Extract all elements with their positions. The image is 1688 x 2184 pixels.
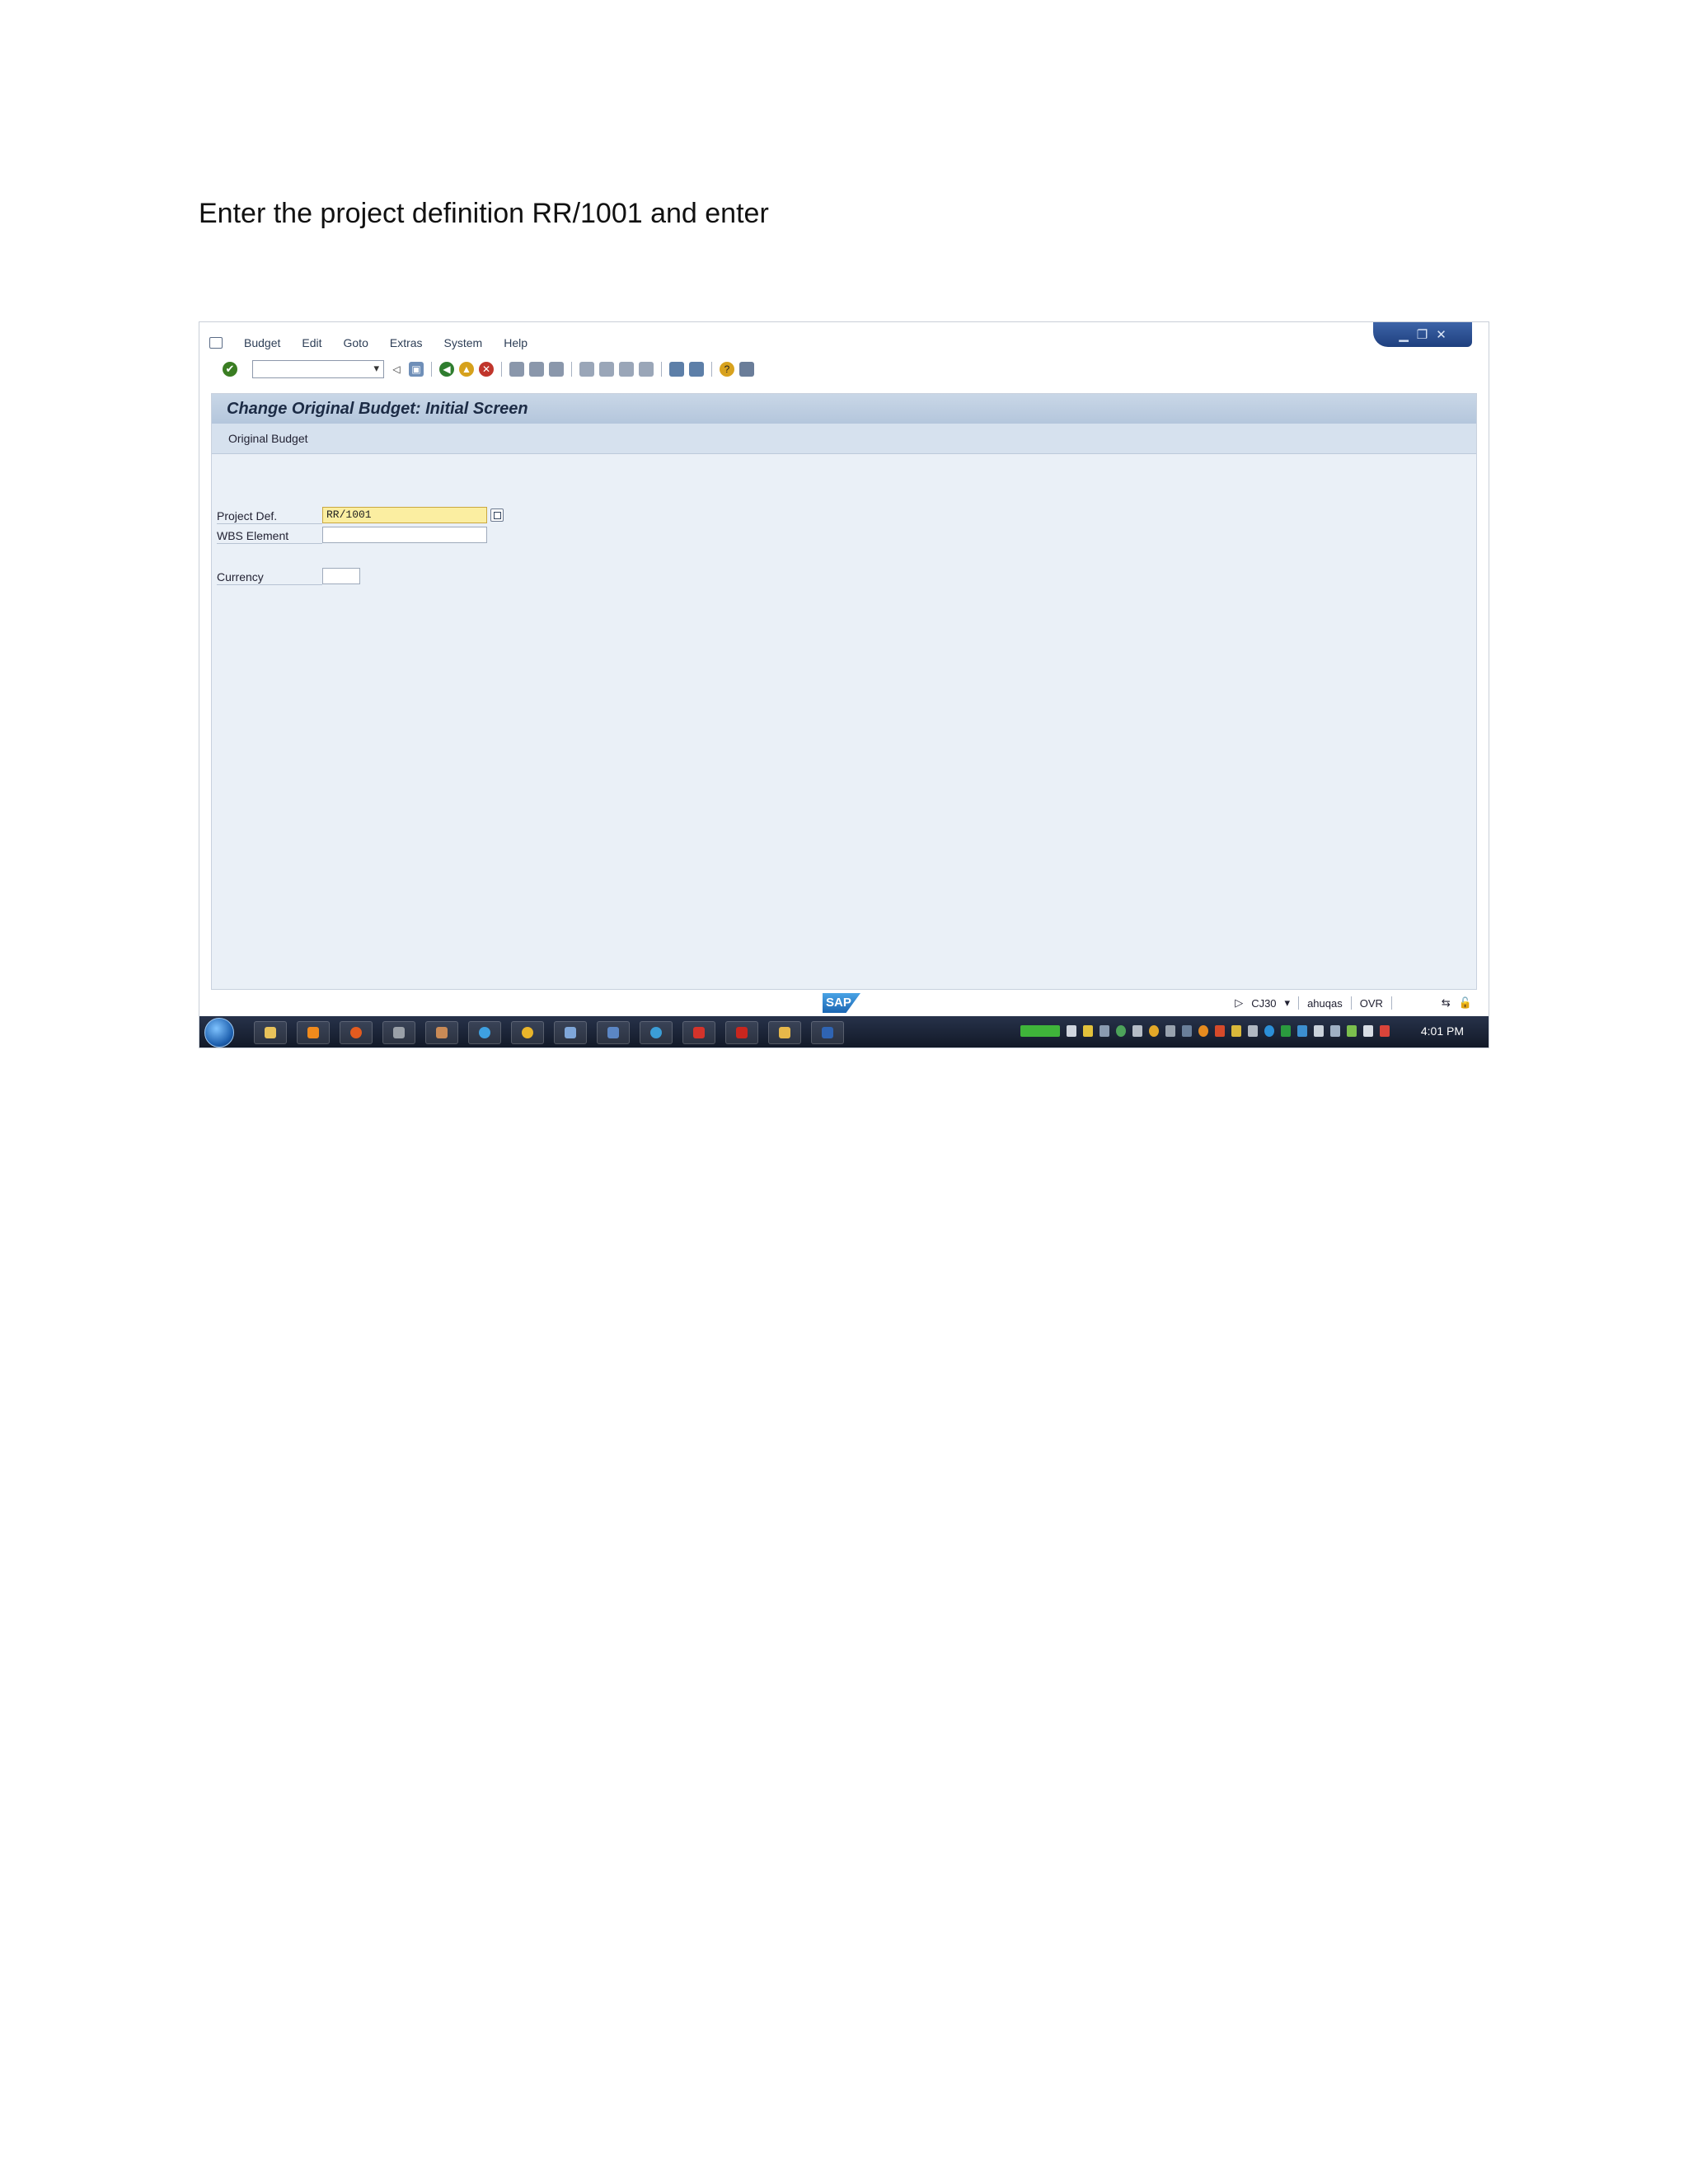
screen-title: Change Original Budget: Initial Screen — [212, 394, 1476, 424]
last-page-icon[interactable] — [639, 362, 654, 377]
find-next-icon[interactable] — [549, 362, 564, 377]
menu-budget[interactable]: Budget — [244, 336, 280, 349]
taskbar-app-button[interactable] — [682, 1021, 715, 1044]
application-toolbar: Original Budget — [212, 424, 1476, 454]
instruction-text: Enter the project definition RR/1001 and… — [199, 198, 769, 229]
wbs-element-row: WBS Element — [217, 526, 487, 544]
menu-help[interactable]: Help — [504, 336, 528, 349]
currency-row: Currency — [217, 567, 360, 585]
previous-page-icon[interactable] — [599, 362, 614, 377]
taskbar-media-button[interactable] — [297, 1021, 330, 1044]
taskbar-chrome-button[interactable] — [511, 1021, 544, 1044]
taskbar-explorer-button[interactable] — [254, 1021, 287, 1044]
currency-input[interactable] — [322, 568, 360, 584]
shortcut-icon[interactable] — [689, 362, 704, 377]
screen-area: Change Original Budget: Initial Screen O… — [211, 393, 1477, 990]
menu-edit[interactable]: Edit — [302, 336, 321, 349]
next-page-icon[interactable] — [619, 362, 634, 377]
print-icon[interactable] — [509, 362, 524, 377]
enter-checkmark-icon[interactable]: ✔ — [223, 362, 237, 377]
menu-system[interactable]: System — [444, 336, 483, 349]
wbs-element-label: WBS Element — [217, 526, 322, 544]
standard-toolbar: ✔ ◁ ▣ ◀ ▲ ✕ ? — [209, 359, 754, 380]
project-def-label: Project Def. — [217, 506, 322, 524]
transaction-code[interactable]: CJ30 — [1251, 997, 1276, 1010]
connection-icon: ⇆ — [1441, 996, 1451, 1009]
menu-bar: Budget Edit Goto Extras System Help — [209, 332, 528, 354]
status-bar: SAP ▷ CJ30 ▾ ahuqas OVR ⇆ 🔓 — [199, 991, 1489, 1016]
taskbar-sap-button[interactable] — [768, 1021, 801, 1044]
taskbar-app-button[interactable] — [597, 1021, 630, 1044]
project-def-row: Project Def. RR/1001 — [217, 506, 504, 524]
menu-command-icon[interactable] — [209, 337, 223, 349]
wbs-element-input[interactable] — [322, 527, 487, 543]
system-tray — [1020, 1025, 1390, 1037]
taskbar-word-button[interactable] — [811, 1021, 844, 1044]
help-icon[interactable]: ? — [720, 362, 734, 377]
currency-label: Currency — [217, 567, 322, 585]
taskbar-app-button[interactable] — [382, 1021, 415, 1044]
taskbar-clock[interactable]: 4:01 PM — [1421, 1024, 1464, 1038]
arrow-left-icon[interactable]: ◁ — [389, 362, 404, 377]
user-name: ahuqas — [1307, 996, 1343, 1010]
cancel-icon[interactable]: ✕ — [479, 362, 494, 377]
taskbar-ie-button[interactable] — [468, 1021, 501, 1044]
original-budget-button[interactable]: Original Budget — [228, 432, 308, 445]
transaction-dropdown-icon[interactable]: ▾ — [1285, 996, 1291, 1010]
taskbar-app-button[interactable] — [425, 1021, 458, 1044]
minimize-icon[interactable]: ▁ — [1399, 327, 1409, 342]
create-session-icon[interactable] — [669, 362, 684, 377]
status-expand-icon[interactable]: ▷ — [1235, 996, 1243, 1010]
taskbar-firefox-button[interactable] — [340, 1021, 373, 1044]
start-button-icon[interactable] — [204, 1018, 234, 1047]
restore-icon[interactable]: ❐ — [1417, 327, 1428, 342]
find-icon[interactable] — [529, 362, 544, 377]
back-icon[interactable]: ◀ — [439, 362, 454, 377]
project-def-input[interactable]: RR/1001 — [322, 507, 487, 523]
input-mode[interactable]: OVR — [1360, 997, 1383, 1010]
menu-goto[interactable]: Goto — [344, 336, 368, 349]
sap-gui-screenshot: ▁ ❐ ✕ Budget Edit Goto Extras System Hel… — [199, 321, 1489, 1048]
value-help-icon[interactable] — [490, 509, 504, 522]
layout-menu-icon[interactable] — [739, 362, 754, 377]
exit-icon[interactable]: ▲ — [459, 362, 474, 377]
windows-taskbar: 4:01 PM — [199, 1016, 1489, 1047]
security-lock-icon[interactable]: 🔓 — [1459, 996, 1472, 1010]
close-icon[interactable]: ✕ — [1436, 327, 1447, 342]
taskbar-app-button[interactable] — [554, 1021, 587, 1044]
save-icon[interactable]: ▣ — [409, 362, 424, 377]
window-controls: ▁ ❐ ✕ — [1373, 322, 1472, 347]
sap-logo: SAP — [823, 993, 860, 1013]
menu-extras[interactable]: Extras — [390, 336, 423, 349]
taskbar-acrobat-button[interactable] — [725, 1021, 758, 1044]
command-field[interactable] — [252, 360, 384, 378]
first-page-icon[interactable] — [579, 362, 594, 377]
taskbar-app-button[interactable] — [640, 1021, 673, 1044]
